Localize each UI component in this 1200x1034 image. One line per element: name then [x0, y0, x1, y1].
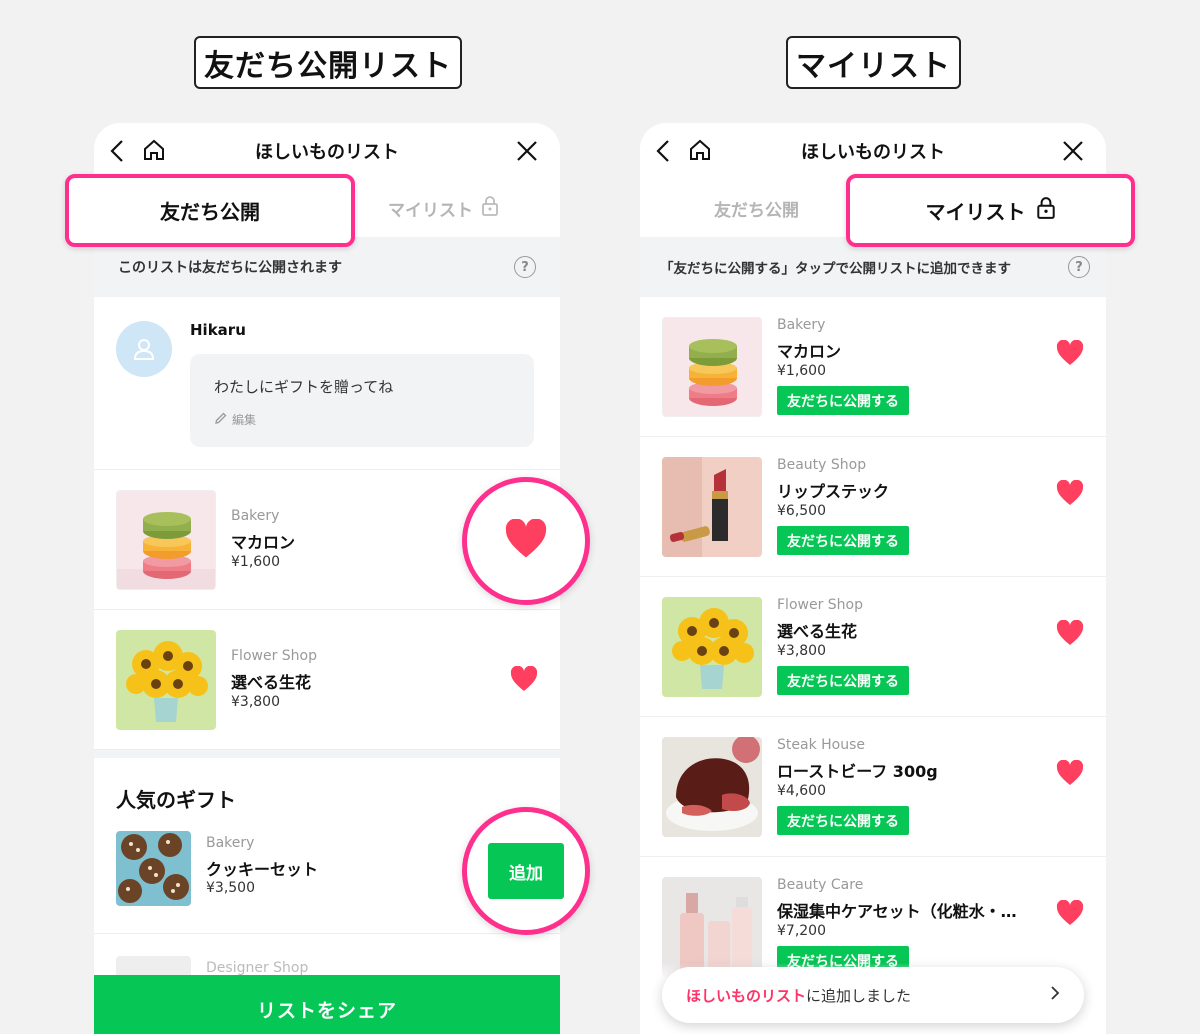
add-highlight: 追加 — [462, 807, 590, 935]
shop-name: Bakery — [777, 317, 826, 333]
tab-public-label: 友だち公開 — [714, 200, 799, 221]
heart-icon[interactable] — [1056, 759, 1084, 790]
close-icon[interactable] — [516, 140, 538, 162]
sunflower-image — [662, 597, 762, 697]
tab-mylist[interactable]: マイリスト — [327, 179, 560, 237]
list-item[interactable]: Beauty Shop リップステック ¥6,500 友だちに公開する — [640, 437, 1106, 577]
add-button[interactable]: 追加 — [488, 843, 564, 899]
product-name: クッキーセット — [206, 860, 319, 879]
skincare-image — [662, 877, 762, 977]
product-price: ¥1,600 — [777, 363, 826, 379]
profile-section: Hikaru わたしにギフトを贈ってね 編集 — [94, 297, 560, 470]
right-screen-label-text: マイリスト — [796, 48, 951, 84]
shop-name: Steak House — [777, 737, 865, 753]
sunflower-image — [116, 630, 216, 730]
heart-icon[interactable] — [1056, 619, 1084, 650]
heart-icon[interactable] — [1056, 479, 1084, 510]
avatar[interactable] — [116, 321, 172, 377]
product-price: ¥7,200 — [777, 923, 826, 939]
lipstick-image — [662, 457, 762, 557]
product-name: リップステック — [777, 482, 890, 501]
publish-button[interactable]: 友だちに公開する — [777, 666, 909, 695]
heart-icon[interactable] — [1056, 339, 1084, 370]
right-screen-label: マイリスト — [786, 36, 961, 89]
tab-public-label: 友だち公開 — [160, 200, 260, 224]
help-icon[interactable]: ? — [1068, 256, 1090, 278]
heart-icon[interactable] — [510, 665, 538, 696]
heart-icon — [503, 518, 549, 563]
info-text: このリストは友だちに公開されます — [118, 260, 342, 276]
edit-label: 編集 — [232, 413, 257, 427]
product-price: ¥3,800 — [777, 643, 826, 659]
list-item[interactable]: Steak House ローストビーフ 300g ¥4,600 友だちに公開する — [640, 717, 1106, 857]
toast-text: ほしいものリストに追加しました — [686, 985, 911, 1006]
tab-mylist-label: マイリスト — [925, 200, 1026, 224]
back-icon[interactable] — [110, 139, 124, 163]
lock-icon — [1036, 197, 1056, 224]
product-name: マカロン — [231, 533, 296, 552]
shop-name: Flower Shop — [231, 648, 317, 664]
shop-name: Flower Shop — [777, 597, 863, 613]
list-item[interactable]: Flower Shop 選べる生花 ¥3,800 — [94, 610, 560, 750]
popular-gifts-title: 人気のギフト — [116, 788, 236, 812]
publish-button[interactable]: 友だちに公開する — [777, 386, 909, 415]
toast-rest: に追加しました — [806, 986, 912, 1005]
added-toast[interactable]: ほしいものリストに追加しました — [662, 967, 1084, 1023]
profile-message: わたしにギフトを贈ってね — [214, 378, 394, 396]
shop-name: Bakery — [231, 508, 280, 524]
tab-mylist-label: マイリスト — [388, 200, 473, 221]
shop-name: Beauty Care — [777, 877, 864, 893]
home-icon[interactable] — [142, 138, 166, 162]
nav-title: ほしいものリスト — [801, 142, 945, 163]
list-item[interactable]: Flower Shop 選べる生花 ¥3,800 友だちに公開する — [640, 577, 1106, 717]
tab-public[interactable]: 友だち公開 — [640, 179, 873, 237]
product-name: ローストビーフ 300g — [777, 762, 938, 781]
nav-title: ほしいものリスト — [255, 142, 399, 163]
back-icon[interactable] — [656, 139, 670, 163]
macaron-image — [662, 317, 762, 417]
lock-icon — [481, 195, 499, 221]
edit-button[interactable]: 編集 — [214, 411, 510, 428]
left-screen-label-text: 友だち公開リスト — [204, 48, 452, 84]
product-price: ¥1,600 — [231, 554, 280, 570]
tab-mylist-highlighted[interactable]: マイリスト — [846, 174, 1135, 247]
info-text: 「友だちに公開する」タップで公開リストに追加できます — [660, 261, 1011, 277]
product-name: マカロン — [777, 342, 842, 361]
section-divider — [94, 750, 560, 758]
chevron-right-icon — [1050, 985, 1060, 1005]
publish-button[interactable]: 友だちに公開する — [777, 526, 909, 555]
pencil-icon — [214, 411, 228, 428]
top-nav-bar: ほしいものリスト — [640, 123, 1106, 179]
user-name: Hikaru — [190, 321, 246, 339]
share-list-button[interactable]: リストをシェア — [94, 975, 560, 1034]
left-screen-label: 友だち公開リスト — [194, 36, 462, 89]
close-icon[interactable] — [1062, 140, 1084, 162]
publish-button[interactable]: 友だちに公開する — [777, 806, 909, 835]
heart-highlight[interactable] — [462, 477, 590, 605]
help-icon[interactable]: ? — [514, 256, 536, 278]
top-nav-bar: ほしいものリスト — [94, 123, 560, 179]
product-name: 選べる生花 — [777, 622, 858, 641]
cookie-image — [116, 831, 191, 906]
shop-name: Designer Shop — [206, 960, 309, 976]
product-price: ¥6,500 — [777, 503, 826, 519]
message-bubble: わたしにギフトを贈ってね 編集 — [190, 354, 534, 447]
macaron-image — [116, 490, 216, 590]
list-item[interactable]: Bakery マカロン ¥1,600 友だちに公開する — [640, 297, 1106, 437]
right-phone-screen: ほしいものリスト 友だち公開 「友だちに公開する」タップで公開リストに追加できま… — [640, 123, 1106, 1034]
product-price: ¥3,500 — [206, 880, 255, 896]
product-name: 保湿集中ケアセット（化粧水・… — [777, 902, 1017, 921]
heart-icon[interactable] — [1056, 899, 1084, 930]
home-icon[interactable] — [688, 138, 712, 162]
product-name: 選べる生花 — [231, 673, 312, 692]
tab-public-highlighted[interactable]: 友だち公開 — [65, 174, 355, 247]
roast-beef-image — [662, 737, 762, 837]
product-price: ¥3,800 — [231, 694, 280, 710]
product-price: ¥4,600 — [777, 783, 826, 799]
toast-highlight: ほしいものリスト — [686, 986, 807, 1005]
shop-name: Beauty Shop — [777, 457, 867, 473]
shop-name: Bakery — [206, 835, 255, 851]
